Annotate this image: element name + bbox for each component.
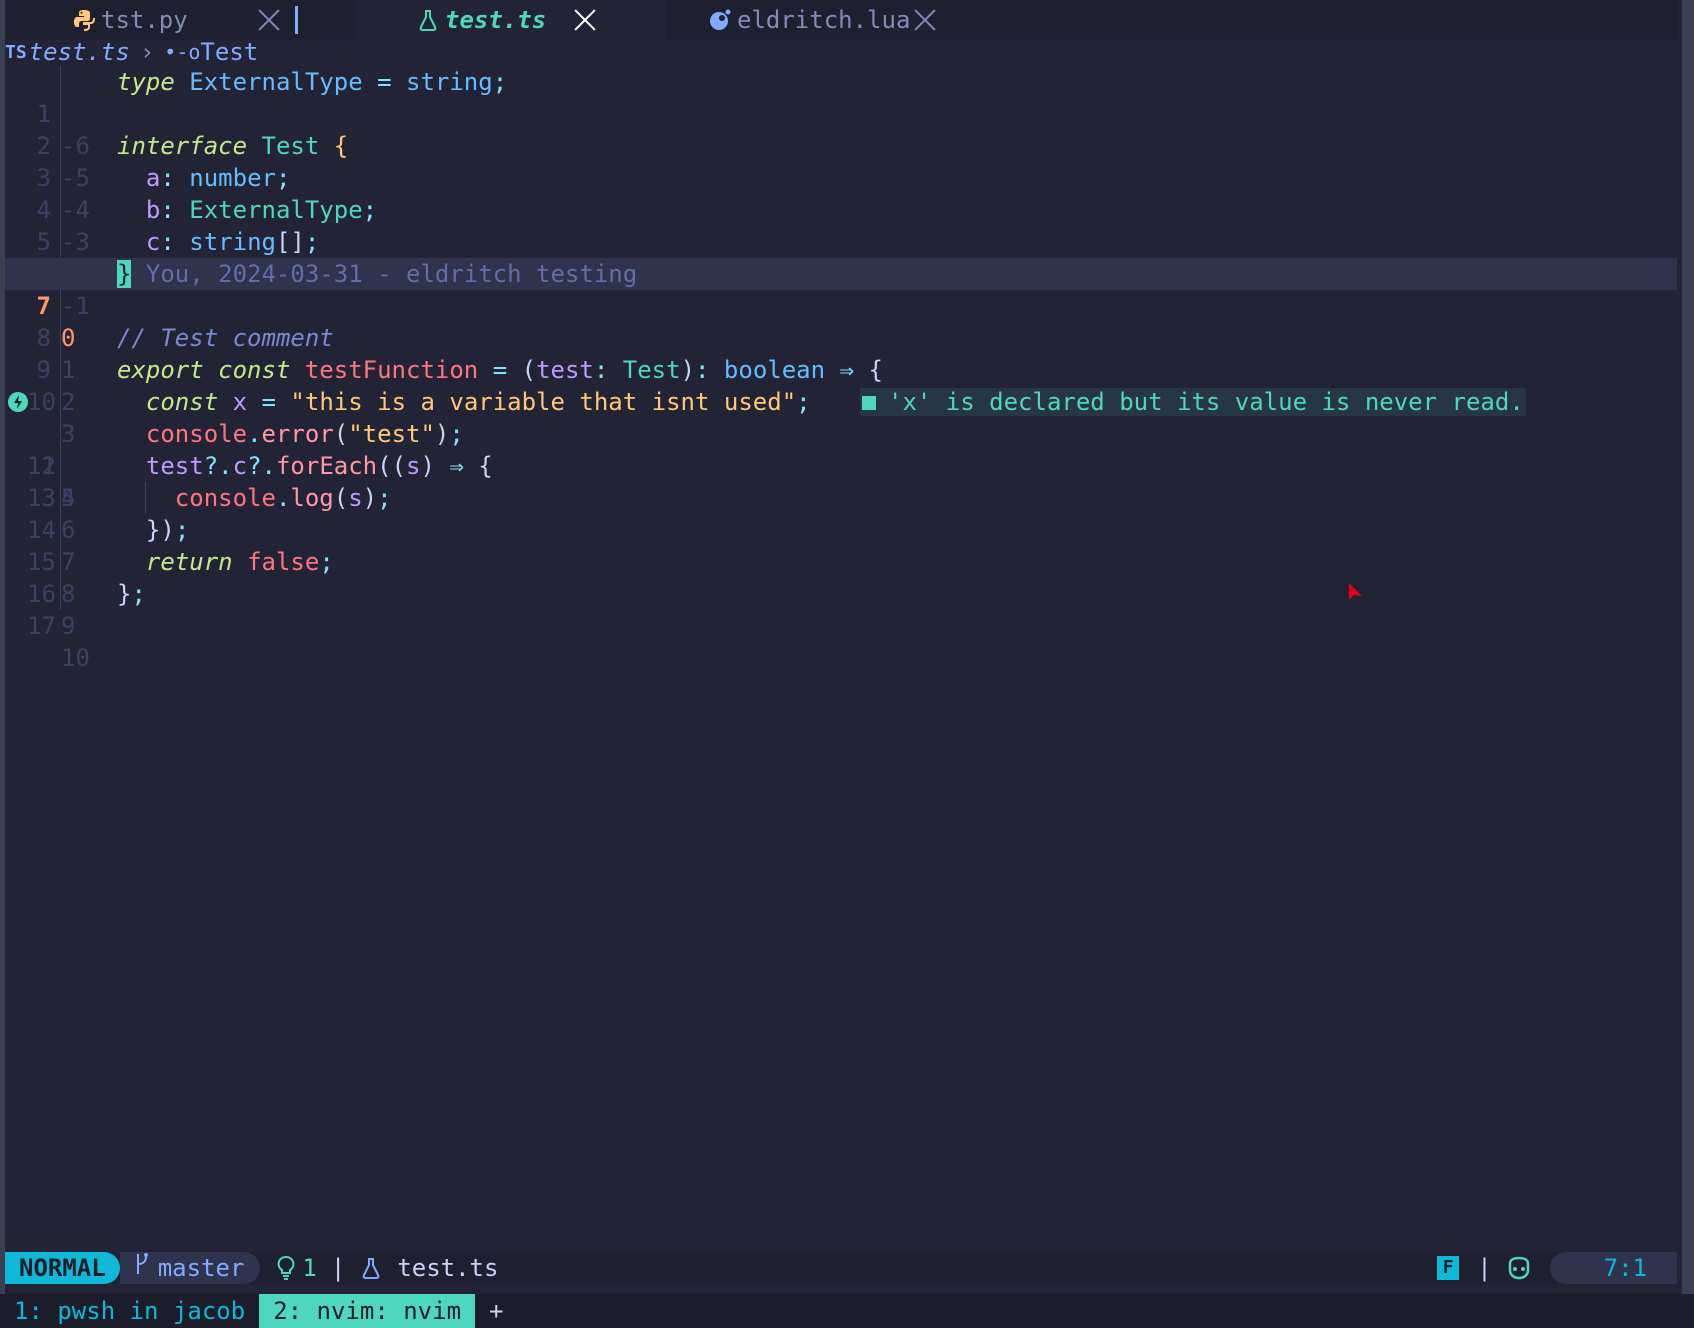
breadcrumb-separator: › <box>139 38 155 66</box>
tab-tst-py[interactable]: tst.py <box>5 0 356 40</box>
tab-separator <box>295 6 298 34</box>
mode-indicator: NORMAL <box>5 1252 120 1284</box>
git-branch-label: master <box>157 1254 245 1282</box>
code-line: 8 1 <box>5 290 1677 384</box>
winbar-breadcrumb: TS test.ts › •-o Test <box>5 36 258 68</box>
code-line: 16 9 return false; <box>5 546 1677 640</box>
status-separator: | <box>1477 1254 1492 1282</box>
diagnostic-message: 'x' is declared but its value is never r… <box>888 388 1524 416</box>
code-line-current: 7 0 } You, 2024-03-31 - eldritch testing <box>5 258 1677 352</box>
code-comment: // Test comment <box>117 324 334 352</box>
code-line: 11 4 const x = "this is a variable that … <box>5 386 1677 512</box>
tab-label: test.ts <box>445 6 547 34</box>
line-number: 17 <box>27 612 56 640</box>
code-editor[interactable]: 1 -6 type ExternalType = string; 2 -5 3 … <box>5 66 1677 672</box>
close-icon[interactable] <box>913 8 937 32</box>
tabline: tst.py test.ts eldritch.lua <box>5 0 1677 40</box>
code-text: return false; <box>145 548 334 576</box>
status-right: F | 7:1 <box>1437 1252 1677 1284</box>
tmux-window-1[interactable]: 1: pwsh in jacob <box>0 1294 259 1328</box>
flask-icon <box>359 1256 383 1280</box>
code-line: 2 -5 <box>5 98 1677 192</box>
tab-test-ts[interactable]: test.ts <box>356 0 665 40</box>
diagnostic-virtual-text: 'x' is declared but its value is never r… <box>860 386 1526 418</box>
hint-count: 1 <box>302 1254 317 1282</box>
code-text: interface Test { <box>117 132 349 160</box>
breadcrumb-file[interactable]: test.ts <box>29 38 130 66</box>
new-window-button[interactable]: + <box>475 1297 517 1325</box>
tab-eldritch-lua[interactable]: eldritch.lua <box>665 0 1007 40</box>
code-line: 17 10 }; <box>5 578 1677 672</box>
relative-line-number: 9 <box>61 612 76 640</box>
code-line: 9 2 // Test comment <box>5 322 1677 416</box>
code-text: } You, 2024-03-31 - eldritch testing <box>117 258 637 290</box>
code-line: 14 7 console.log(s); <box>5 482 1677 576</box>
tab-label: tst.py <box>101 6 188 34</box>
copilot-icon <box>1506 1256 1532 1280</box>
code-line: 13 6 test?.c?.forEach((s) ⇒ { <box>5 450 1677 544</box>
code-line: 5 -2 b: ExternalType; <box>5 194 1677 288</box>
code-line: 12 5 console.error("test"); <box>5 418 1677 512</box>
code-line: 3 -4 interface Test { <box>5 130 1677 224</box>
status-filename: test.ts <box>397 1254 499 1282</box>
code-text: console.log(s); <box>174 484 392 512</box>
close-icon[interactable] <box>573 8 597 32</box>
code-line: 6 -1 c: string[]; <box>5 226 1677 320</box>
code-text: }); <box>145 516 190 544</box>
code-text: }; <box>117 580 146 608</box>
code-text: a: number; <box>145 164 291 192</box>
format-badge: F <box>1437 1256 1460 1280</box>
cursor-position: 7:1 <box>1549 1252 1677 1284</box>
tab-label: eldritch.lua <box>737 6 911 34</box>
code-text: c: string[]; <box>145 228 320 256</box>
string-literal: "this is a variable that isnt used" <box>290 388 797 416</box>
flask-icon <box>415 7 441 33</box>
mouse-pointer-icon <box>1348 582 1366 610</box>
code-text: console.error("test"); <box>145 420 464 448</box>
statusline: NORMAL master 1 | test.ts F | 7:1 <box>5 1252 1677 1284</box>
git-branch[interactable]: master <box>119 1252 261 1284</box>
close-icon[interactable] <box>257 8 281 32</box>
code-text: test?.c?.forEach((s) ⇒ { <box>145 452 493 480</box>
tmux-status-bar: 1: pwsh in jacob 2: nvim: nvim + <box>0 1294 1694 1328</box>
python-icon <box>71 7 97 33</box>
tmux-window-2[interactable]: 2: nvim: nvim <box>259 1294 476 1328</box>
git-branch-icon <box>134 1252 148 1284</box>
code-line: 1 -6 type ExternalType = string; <box>5 66 1677 160</box>
window-frame-right <box>1682 0 1694 1328</box>
lightbulb-icon <box>276 1255 296 1281</box>
lightning-icon[interactable] <box>5 386 31 418</box>
status-separator: | <box>330 1254 346 1282</box>
breadcrumb-symbol[interactable]: Test <box>200 38 258 66</box>
lua-icon <box>707 7 733 33</box>
relative-line-number: 10 <box>61 644 90 672</box>
typescript-icon: TS <box>5 41 27 63</box>
code-line: 15 8 }); <box>5 514 1677 608</box>
code-text: const x = "this is a variable that isnt … <box>145 388 811 416</box>
git-blame-text: You, 2024-03-31 - eldritch testing <box>145 260 638 288</box>
code-line: 4 -3 a: number; <box>5 162 1677 256</box>
code-text: b: ExternalType; <box>145 196 378 224</box>
diagnostic-square-icon <box>862 396 876 410</box>
code-text: type ExternalType = string; <box>117 68 508 96</box>
text-cursor: } <box>117 260 132 288</box>
code-line: 10 3 export const testFunction = (test: … <box>5 354 1677 448</box>
code-text: export const testFunction = (test: Test)… <box>117 356 883 384</box>
interface-icon: •-o <box>164 40 201 64</box>
